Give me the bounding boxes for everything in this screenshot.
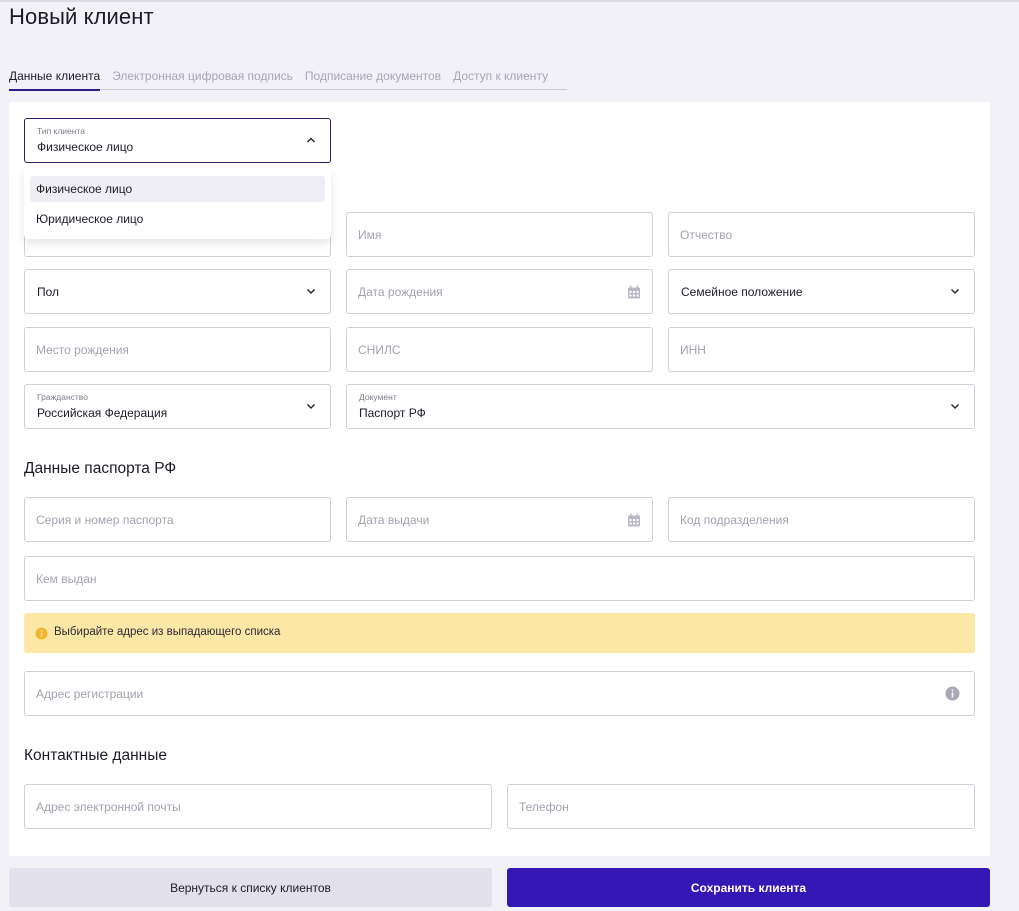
issue-date-placeholder: Дата выдачи xyxy=(358,513,430,527)
email-placeholder: Адрес электронной почты xyxy=(36,800,181,814)
passport-series-number-placeholder: Серия и номер паспорта xyxy=(36,513,174,527)
chevron-up-icon xyxy=(306,137,316,143)
tab-client-access[interactable]: Доступ к клиенту xyxy=(453,68,548,90)
chevron-down-icon xyxy=(306,403,316,410)
dropdown-option-individual[interactable]: Физическое лицо xyxy=(30,176,325,202)
tab-client-data[interactable]: Данные клиента xyxy=(9,68,101,91)
info-icon[interactable] xyxy=(945,686,960,701)
chevron-down-icon xyxy=(950,288,960,295)
snils-input[interactable]: СНИЛС xyxy=(346,327,653,372)
chevron-down-icon xyxy=(950,403,960,410)
save-client-button[interactable]: Сохранить клиента xyxy=(507,868,990,907)
citizenship-select[interactable]: Гражданство Российская Федерация xyxy=(24,384,331,429)
citizenship-value: Российская Федерация xyxy=(37,406,168,420)
registration-address-input[interactable]: Адрес регистрации xyxy=(24,671,975,716)
address-alert: Выбирайте адрес из выпадающего списка xyxy=(24,613,975,653)
back-to-clients-button[interactable]: Вернуться к списку клиентов xyxy=(9,868,492,907)
address-alert-text: Выбирайте адрес из выпадающего списка xyxy=(54,626,281,638)
dropdown-option-legal-entity[interactable]: Юридическое лицо xyxy=(30,206,325,232)
passport-section-title: Данные паспорта РФ xyxy=(24,460,177,477)
division-code-placeholder: Код подразделения xyxy=(680,513,789,527)
birth-date-placeholder: Дата рождения xyxy=(358,285,443,299)
first-name-input[interactable]: Имя xyxy=(346,212,653,257)
inn-placeholder: ИНН xyxy=(680,343,706,357)
division-code-input[interactable]: Код подразделения xyxy=(668,497,975,542)
passport-series-number-input[interactable]: Серия и номер паспорта xyxy=(24,497,331,542)
registration-address-placeholder: Адрес регистрации xyxy=(36,687,144,701)
patronymic-input[interactable]: Отчество xyxy=(668,212,975,257)
client-type-label: Тип клиента xyxy=(37,126,85,136)
phone-input[interactable]: Телефон xyxy=(507,784,975,829)
patronymic-placeholder: Отчество xyxy=(680,228,733,242)
issue-date-input[interactable]: Дата выдачи xyxy=(346,497,653,542)
first-name-placeholder: Имя xyxy=(358,228,382,242)
document-label: Документ xyxy=(359,392,397,402)
marital-status-placeholder: Семейное положение xyxy=(681,285,803,299)
client-type-dropdown: Физическое лицо Юридическое лицо xyxy=(24,168,331,239)
email-input[interactable]: Адрес электронной почты xyxy=(24,784,492,829)
client-type-value: Физическое лицо xyxy=(37,140,134,154)
chevron-down-icon xyxy=(306,288,316,295)
gender-placeholder: Пол xyxy=(37,285,60,299)
client-type-select[interactable]: Тип клиента Физическое лицо xyxy=(24,118,331,163)
tab-document-signing[interactable]: Подписание документов xyxy=(305,68,441,90)
tab-bar: Данные клиента Электронная цифровая подп… xyxy=(9,68,567,91)
gender-select[interactable]: Пол xyxy=(24,269,331,314)
calendar-icon[interactable] xyxy=(627,513,641,527)
inn-input[interactable]: ИНН xyxy=(668,327,975,372)
issued-by-input[interactable]: Кем выдан xyxy=(24,556,975,601)
marital-status-select[interactable]: Семейное положение xyxy=(668,269,975,314)
birth-date-input[interactable]: Дата рождения xyxy=(346,269,653,314)
page-title: Новый клиент xyxy=(9,4,154,29)
phone-placeholder: Телефон xyxy=(519,800,569,814)
warning-icon xyxy=(35,627,48,640)
snils-placeholder: СНИЛС xyxy=(358,343,401,357)
document-select[interactable]: Документ Паспорт РФ xyxy=(346,384,975,429)
birth-place-input[interactable]: Место рождения xyxy=(24,327,331,372)
birth-place-placeholder: Место рождения xyxy=(36,343,129,357)
tab-digital-signature[interactable]: Электронная цифровая подпись xyxy=(112,68,293,90)
citizenship-label: Гражданство xyxy=(37,392,88,402)
issued-by-placeholder: Кем выдан xyxy=(36,572,97,586)
contacts-section-title: Контактные данные xyxy=(24,747,167,764)
document-value: Паспорт РФ xyxy=(359,406,426,420)
calendar-icon[interactable] xyxy=(627,285,641,299)
